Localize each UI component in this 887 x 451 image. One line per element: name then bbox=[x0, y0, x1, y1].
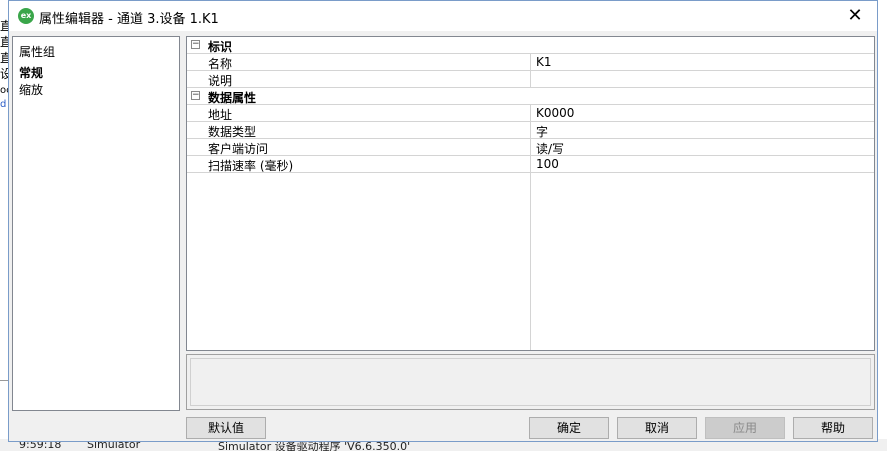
property-group-item-general[interactable]: 常规 bbox=[19, 64, 43, 81]
property-grid[interactable]: − 标识 名称 K1 说明 − 数据属性 地址 K0000 数据类型 字 客户端… bbox=[186, 36, 875, 351]
apply-button[interactable]: 应用 bbox=[705, 417, 785, 439]
category-label: 标识 bbox=[208, 40, 233, 54]
defaults-button[interactable]: 默认值 bbox=[186, 417, 266, 439]
cancel-button[interactable]: 取消 bbox=[617, 417, 697, 439]
column-divider bbox=[530, 122, 531, 139]
property-name: 地址 bbox=[208, 108, 233, 122]
property-value-scan-rate[interactable]: 100 bbox=[536, 157, 559, 171]
title-bar[interactable]: ex 属性编辑器 - 通道 3.设备 1.K1 ✕ bbox=[9, 1, 877, 31]
property-value-client-access[interactable]: 读/写 bbox=[536, 140, 564, 157]
collapse-icon[interactable]: − bbox=[191, 91, 200, 100]
description-inner bbox=[190, 358, 871, 406]
property-name: 扫描速率 (毫秒) bbox=[208, 159, 294, 173]
property-name: 客户端访问 bbox=[208, 142, 269, 156]
column-divider bbox=[530, 71, 531, 88]
description-panel bbox=[186, 354, 875, 410]
property-value-name[interactable]: K1 bbox=[536, 55, 552, 69]
collapse-icon[interactable]: − bbox=[191, 40, 200, 49]
background-divider bbox=[0, 380, 8, 381]
category-row-data-properties[interactable]: − 数据属性 bbox=[187, 88, 874, 105]
column-divider bbox=[530, 105, 531, 122]
property-value-address[interactable]: K0000 bbox=[536, 106, 574, 120]
property-row-address[interactable]: 地址 K0000 bbox=[187, 105, 874, 122]
property-row-client-access[interactable]: 客户端访问 读/写 bbox=[187, 139, 874, 156]
property-name: 数据类型 bbox=[208, 125, 257, 139]
property-group-list[interactable]: 属性组 常规 缩放 bbox=[12, 36, 180, 411]
property-editor-dialog: ex 属性编辑器 - 通道 3.设备 1.K1 ✕ 属性组 常规 缩放 − 标识… bbox=[8, 0, 878, 442]
property-name: 说明 bbox=[208, 74, 233, 88]
background-text: d bbox=[0, 99, 7, 110]
column-divider bbox=[530, 156, 531, 173]
property-row-data-type[interactable]: 数据类型 字 bbox=[187, 122, 874, 139]
property-name: 名称 bbox=[208, 57, 233, 71]
app-icon: ex bbox=[18, 8, 34, 24]
column-divider bbox=[530, 139, 531, 156]
property-row-scan-rate[interactable]: 扫描速率 (毫秒) 100 bbox=[187, 156, 874, 173]
ok-button[interactable]: 确定 bbox=[529, 417, 609, 439]
property-row-name[interactable]: 名称 K1 bbox=[187, 54, 874, 71]
category-label: 数据属性 bbox=[208, 91, 257, 105]
column-divider bbox=[530, 173, 531, 350]
column-divider bbox=[530, 54, 531, 71]
property-row-description[interactable]: 说明 bbox=[187, 71, 874, 88]
property-group-item-scaling[interactable]: 缩放 bbox=[19, 81, 43, 98]
category-row-identification[interactable]: − 标识 bbox=[187, 37, 874, 54]
property-value-data-type[interactable]: 字 bbox=[536, 123, 548, 140]
window-title: 属性编辑器 - 通道 3.设备 1.K1 bbox=[39, 12, 219, 27]
close-icon: ✕ bbox=[847, 5, 863, 26]
close-button[interactable]: ✕ bbox=[833, 1, 877, 31]
property-group-header: 属性组 bbox=[19, 45, 56, 59]
help-button[interactable]: 帮助 bbox=[793, 417, 873, 439]
